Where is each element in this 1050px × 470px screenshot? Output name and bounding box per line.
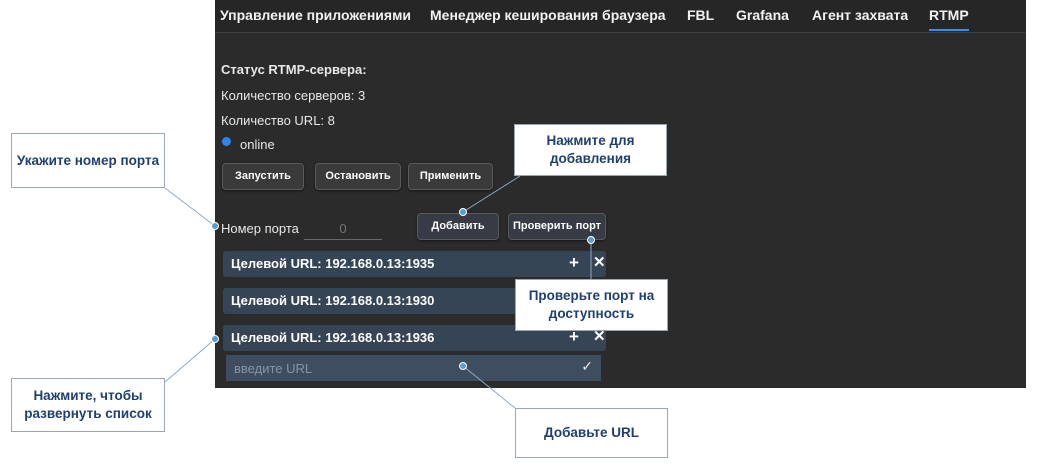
callout-add: Нажмите для добавления [514, 124, 667, 176]
callout-port: Укажите номер порта [11, 133, 165, 188]
connector-dot [211, 335, 219, 343]
connector-dot [459, 362, 467, 370]
connector-dot [211, 222, 219, 230]
connector-dot [587, 236, 595, 244]
callout-expand-list: Нажмите, чтобы развернуть список [11, 378, 165, 432]
callout-add-url: Добавьте URL [515, 408, 668, 458]
connector-dot [459, 208, 467, 216]
callout-check-port: Проверьте порт на доступность [515, 279, 668, 331]
